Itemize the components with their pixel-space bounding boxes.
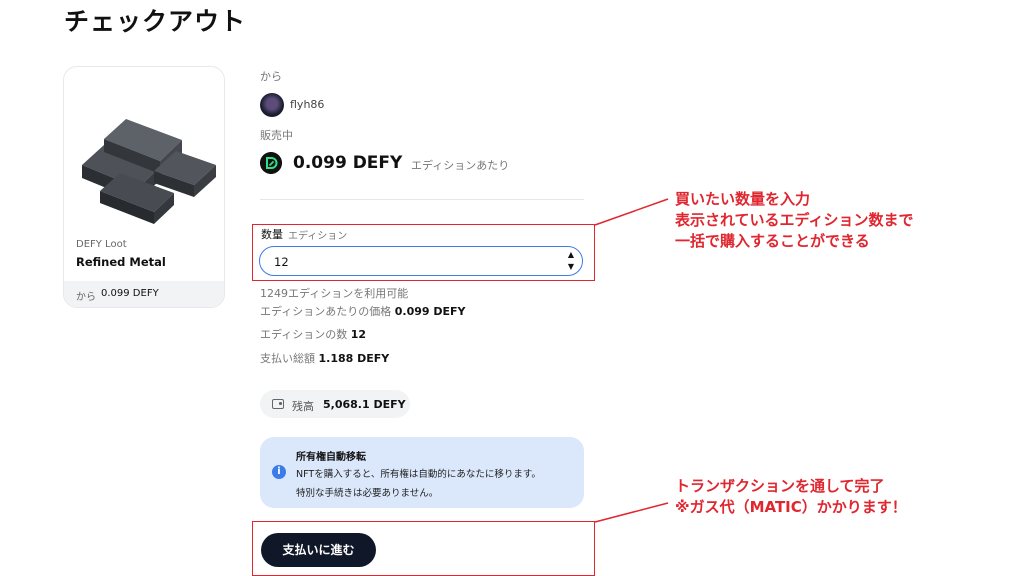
sale-status-label: 販売中 bbox=[260, 129, 293, 142]
unit-price-label: エディションあたりの価格 bbox=[260, 305, 392, 318]
edition-count-row: エディションの数 12 bbox=[260, 326, 366, 342]
balance-pill: 残高 5,068.1 DEFY bbox=[260, 390, 410, 418]
available-editions: 1249エディションを利用可能 bbox=[260, 287, 409, 300]
quantity-highlight-box bbox=[252, 224, 595, 281]
per-edition-label: エディションあたり bbox=[411, 159, 510, 172]
total-row: 支払い総額 1.188 DEFY bbox=[260, 350, 389, 366]
unit-price-value: 0.099 DEFY bbox=[394, 305, 466, 318]
card-item-name: Refined Metal bbox=[76, 255, 166, 269]
page-title: チェックアウト bbox=[64, 7, 247, 36]
seller-from-label: から bbox=[260, 70, 282, 83]
seller-name-link[interactable]: flyh86 bbox=[290, 98, 324, 111]
notice-body-line2: 特別な手続きは必要ありません。 bbox=[296, 488, 439, 499]
seller-avatar[interactable] bbox=[260, 93, 284, 117]
metal-ingots-image bbox=[82, 119, 216, 224]
unit-price-row: エディションあたりの価格 0.099 DEFY bbox=[260, 303, 465, 319]
payment-highlight-box bbox=[252, 521, 595, 576]
info-icon: i bbox=[272, 465, 286, 479]
balance-label: 残高 bbox=[292, 400, 314, 413]
notice-body-line1: NFTを購入すると、所有権は自動的にあなたに移ります。 bbox=[296, 469, 541, 480]
payment-callout-line2: ※ガス代（MATIC）かかります！ bbox=[675, 498, 907, 516]
card-from-price: 0.099 DEFY bbox=[101, 288, 159, 299]
defy-token-icon bbox=[260, 152, 282, 174]
quantity-callout: 買いたい数量を入力 表示されているエディション数まで 一括で購入することができる bbox=[675, 189, 914, 252]
total-label: 支払い総額 bbox=[260, 352, 315, 365]
wallet-icon bbox=[272, 399, 284, 409]
card-footer: から 0.099 DEFY bbox=[64, 281, 224, 307]
quantity-callout-line3: 一括で購入することができる bbox=[675, 232, 870, 250]
total-value: 1.188 DEFY bbox=[318, 352, 390, 365]
quantity-callout-line1: 買いたい数量を入力 bbox=[675, 190, 811, 208]
balance-value: 5,068.1 DEFY bbox=[323, 398, 406, 411]
edition-count-value: 12 bbox=[350, 328, 367, 341]
ownership-notice: i 所有権自動移転 NFTを購入すると、所有権は自動的にあなたに移ります。 特別… bbox=[260, 437, 584, 508]
notice-title: 所有権自動移転 bbox=[296, 452, 366, 463]
payment-callout-line1: トランザクションを通して完了 bbox=[675, 477, 885, 495]
item-card[interactable]: DEFY Loot Refined Metal から 0.099 DEFY bbox=[63, 66, 225, 308]
quantity-callout-line2: 表示されているエディション数まで bbox=[675, 211, 914, 229]
card-from-label: から bbox=[76, 292, 96, 303]
divider bbox=[260, 199, 584, 200]
payment-callout: トランザクションを通して完了 ※ガス代（MATIC）かかります！ bbox=[675, 476, 907, 518]
card-collection-name: DEFY Loot bbox=[76, 239, 127, 250]
sale-price: 0.099 DEFY bbox=[293, 153, 403, 173]
edition-count-label: エディションの数 bbox=[260, 328, 348, 341]
